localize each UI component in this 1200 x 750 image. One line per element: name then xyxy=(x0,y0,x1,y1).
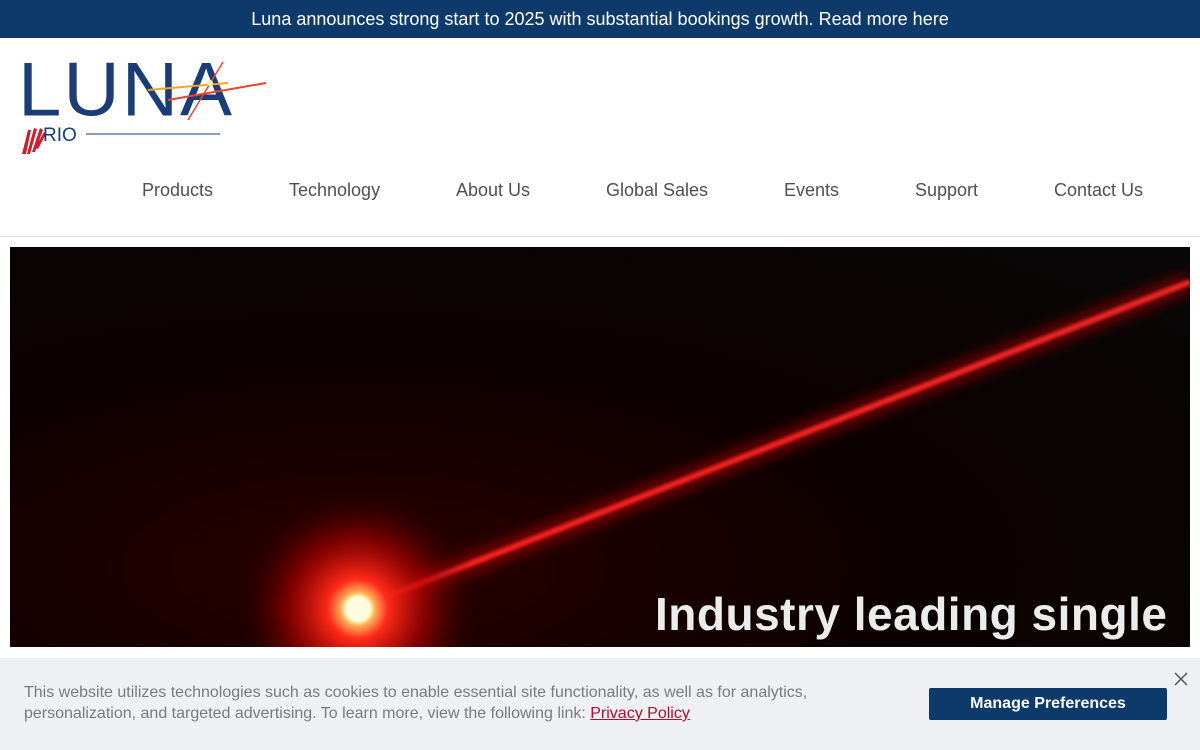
nav-item-events[interactable]: Events xyxy=(784,180,839,201)
privacy-policy-link[interactable]: Privacy Policy xyxy=(590,705,690,722)
announcement-bar[interactable]: Luna announces strong start to 2025 with… xyxy=(0,0,1200,38)
hero-caption: Industry leading single xyxy=(655,588,1168,640)
nav-item-global-sales[interactable]: Global Sales xyxy=(606,180,708,201)
logo-subbrand: RIO xyxy=(43,125,77,146)
nav-item-support[interactable]: Support xyxy=(915,180,978,201)
nav-item-technology[interactable]: Technology xyxy=(289,180,380,201)
nav-item-about-us[interactable]: About Us xyxy=(456,180,530,201)
nav-item-products[interactable]: Products xyxy=(142,180,213,201)
main-nav: Products Technology About Us Global Sale… xyxy=(0,180,1200,206)
luna-rio-logo[interactable]: LUNA RIO xyxy=(18,50,268,160)
hero-banner[interactable]: Industry leading single xyxy=(10,247,1190,647)
manage-preferences-button[interactable]: Manage Preferences xyxy=(929,688,1167,720)
cookie-message: This website utilizes technologies such … xyxy=(24,682,874,724)
site-header: LUNA RIO Products Technology About Us Gl… xyxy=(0,38,1200,237)
close-icon[interactable] xyxy=(1172,670,1190,688)
cookie-banner: This website utilizes technologies such … xyxy=(0,658,1200,750)
nav-item-contact-us[interactable]: Contact Us xyxy=(1054,180,1143,201)
announcement-text[interactable]: Luna announces strong start to 2025 with… xyxy=(251,9,948,30)
